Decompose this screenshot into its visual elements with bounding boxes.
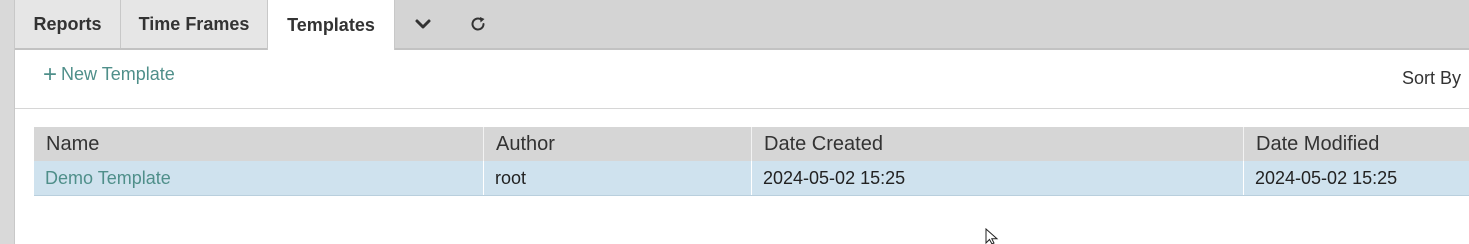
tab-templates[interactable]: Templates <box>267 0 395 50</box>
column-header-name[interactable]: Name <box>34 127 484 161</box>
table-row[interactable]: Demo Template root 2024-05-02 15:25 2024… <box>34 161 1469 196</box>
new-template-label: New Template <box>61 64 175 84</box>
column-header-date-created[interactable]: Date Created <box>752 127 1244 161</box>
cell-name: Demo Template <box>34 161 484 195</box>
new-template-button[interactable]: + New Template <box>43 60 175 88</box>
more-tabs-button[interactable] <box>395 0 450 48</box>
toolbar: + New Template Sort By <box>15 50 1469 109</box>
chevron-down-icon <box>415 19 430 29</box>
table-header: Name Author Date Created Date Modified <box>34 127 1469 161</box>
tab-time-frames[interactable]: Time Frames <box>121 0 268 48</box>
cell-date-created: 2024-05-02 15:25 <box>752 161 1244 195</box>
templates-table: Name Author Date Created Date Modified D… <box>34 127 1469 196</box>
refresh-button[interactable] <box>450 0 505 48</box>
left-gutter <box>0 0 15 244</box>
cell-date-modified: 2024-05-02 15:25 <box>1255 167 1398 188</box>
column-header-date-modified[interactable]: Date Modified <box>1244 127 1469 161</box>
sort-by-label[interactable]: Sort By <box>1402 68 1461 89</box>
mouse-cursor-icon <box>985 228 999 244</box>
cell-author: root <box>484 161 752 195</box>
plus-icon: + <box>43 60 58 88</box>
refresh-icon <box>471 17 484 31</box>
column-header-author[interactable]: Author <box>484 127 752 161</box>
tab-bar: Reports Time Frames Templates <box>15 0 1469 50</box>
tab-reports[interactable]: Reports <box>15 0 121 48</box>
template-name-link[interactable]: Demo Template <box>45 168 171 189</box>
